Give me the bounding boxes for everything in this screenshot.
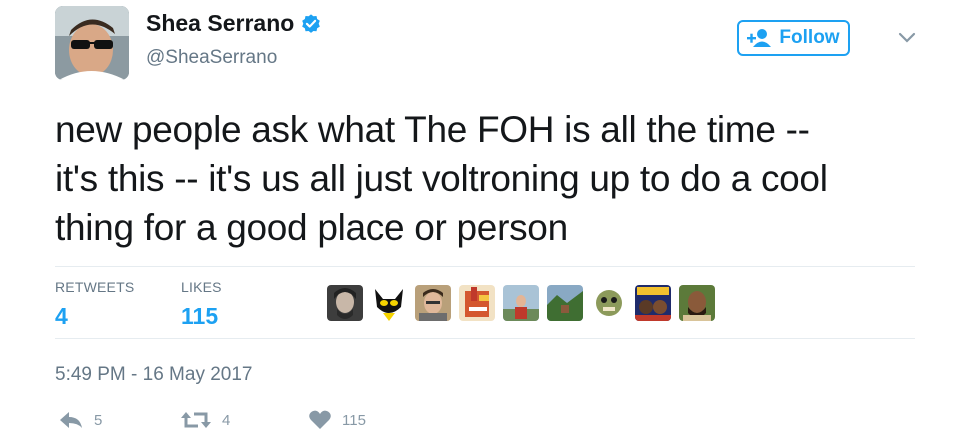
tweet-text: new people ask what The FOH is all the t… xyxy=(55,105,935,252)
likes-stat[interactable]: LIKES 115 xyxy=(181,279,222,330)
retweet-action[interactable]: 4 xyxy=(180,410,230,430)
liker-avatar[interactable] xyxy=(459,285,495,321)
liker-avatar[interactable] xyxy=(371,285,407,321)
retweets-label: RETWEETS xyxy=(55,279,135,295)
retweets-count: 4 xyxy=(55,303,68,329)
like-count: 115 xyxy=(342,411,366,429)
liker-avatar[interactable] xyxy=(547,285,583,321)
retweet-icon xyxy=(181,412,211,428)
liker-avatar[interactable] xyxy=(327,285,363,321)
author-name-row[interactable]: Shea Serrano xyxy=(146,10,322,37)
likes-count: 115 xyxy=(181,303,219,329)
follow-user-icon xyxy=(747,29,772,47)
heart-icon xyxy=(309,410,331,429)
follow-label: Follow xyxy=(779,27,840,48)
reply-icon xyxy=(60,412,82,428)
tweet-timestamp[interactable]: 5:49 PM - 16 May 2017 xyxy=(55,364,253,386)
tweet-line: thing for a good place or person xyxy=(55,207,568,248)
tweet-line: it's this -- it's us all just voltroning… xyxy=(55,158,828,199)
liker-avatar[interactable] xyxy=(635,285,671,321)
author-avatar[interactable] xyxy=(55,6,129,80)
liker-avatar[interactable] xyxy=(503,285,539,321)
author-handle[interactable]: @SheaSerrano xyxy=(146,47,277,69)
liker-avatar[interactable] xyxy=(415,285,451,321)
tweet-line: new people ask what The FOH is all the t… xyxy=(55,109,810,150)
verified-badge-icon xyxy=(302,13,321,33)
author-name[interactable]: Shea Serrano xyxy=(146,10,294,37)
follow-button[interactable]: Follow xyxy=(737,20,850,56)
liker-avatar[interactable] xyxy=(679,285,715,321)
reply-action[interactable]: 5 xyxy=(58,410,102,430)
chevron-down-icon[interactable] xyxy=(897,30,917,46)
liker-avatar[interactable] xyxy=(591,285,627,321)
liker-avatars xyxy=(327,285,715,321)
divider xyxy=(55,338,915,339)
likes-label: LIKES xyxy=(181,279,222,295)
reply-count: 5 xyxy=(94,411,103,429)
retweet-count: 4 xyxy=(222,411,231,429)
like-action[interactable]: 115 xyxy=(308,410,366,430)
divider xyxy=(55,266,915,267)
retweets-stat[interactable]: RETWEETS 4 xyxy=(55,279,134,330)
